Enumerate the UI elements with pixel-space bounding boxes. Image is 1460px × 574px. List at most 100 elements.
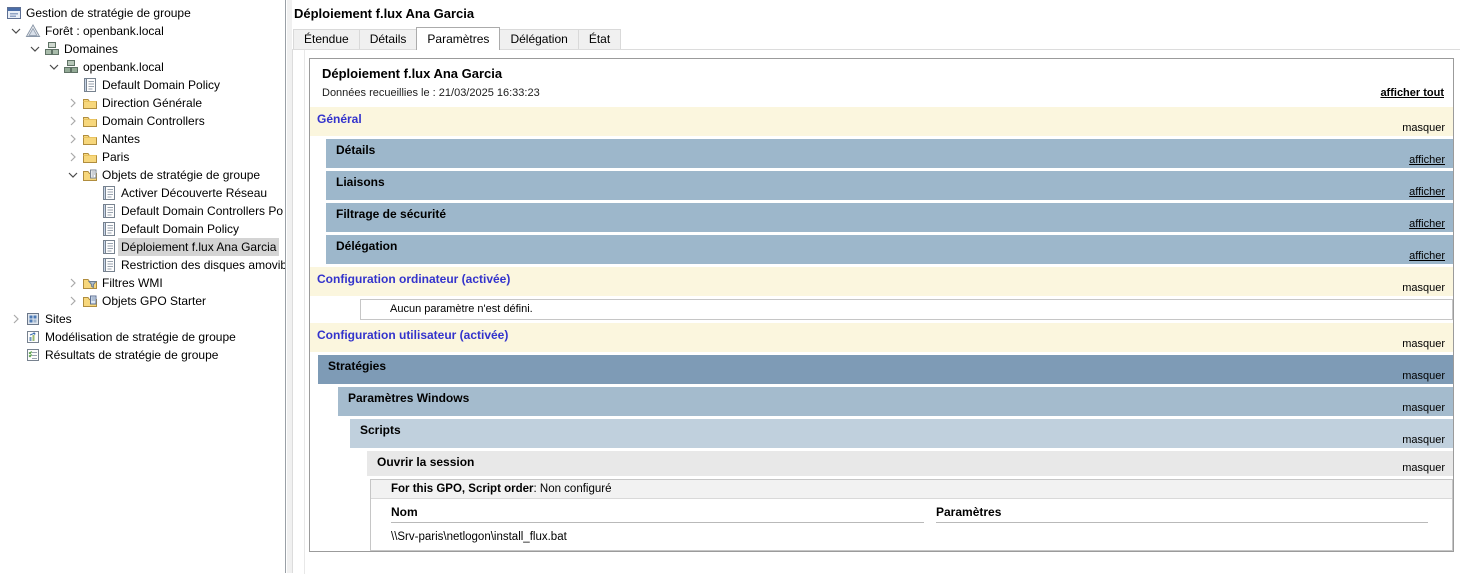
tree-item-label: Default Domain Controllers Po: [118, 202, 286, 220]
tree-item[interactable]: openbank.local: [0, 58, 285, 76]
chevron-right-icon[interactable]: [65, 113, 81, 129]
tree-item[interactable]: Direction Générale: [0, 94, 285, 112]
script-order-key: For this GPO, Script order: [391, 483, 534, 495]
report-subsection-bar: Scriptsmasquer: [350, 419, 1453, 448]
report-title: Déploiement f.lux Ana Garcia: [322, 66, 502, 81]
report-subsection-bar: Délégation afficher: [326, 235, 1453, 264]
domain-icon: [63, 59, 79, 75]
tree-item[interactable]: Default Domain Policy: [0, 76, 285, 94]
tree-item[interactable]: Domaines: [0, 40, 285, 58]
tree-item[interactable]: Forêt : openbank.local: [0, 22, 285, 40]
tree-item-label: Domaines: [61, 40, 121, 58]
tab-parametres[interactable]: Paramètres: [416, 27, 500, 50]
tree-item[interactable]: Domain Controllers: [0, 112, 285, 130]
chevron-right-icon[interactable]: [65, 131, 81, 147]
report-section-header: Configuration utilisateur (activée)masqu…: [310, 323, 1453, 352]
gpo-icon: [101, 257, 117, 273]
chevron-down-icon[interactable]: [8, 23, 24, 39]
tree-item-label: Gestion de stratégie de groupe: [23, 4, 194, 22]
no-settings-note: Aucun paramètre n'est défini.: [360, 299, 1453, 320]
pane-title: Déploiement f.lux Ana Garcia: [294, 6, 474, 21]
expand-link[interactable]: afficher: [1409, 186, 1445, 198]
chevron-down-icon[interactable]: [46, 59, 62, 75]
script-order-row: For this GPO, Script order: Non configur…: [371, 480, 1452, 499]
tree-item[interactable]: Filtres WMI: [0, 274, 285, 292]
collapse-link[interactable]: masquer: [1402, 462, 1445, 474]
gpo-icon: [101, 239, 117, 255]
tree-item-label: openbank.local: [80, 58, 167, 76]
ou-icon: [82, 131, 98, 147]
report-subsection-bar: Ouvrir la sessionmasquer: [367, 451, 1453, 476]
collapse-link[interactable]: masquer: [1402, 282, 1445, 294]
tree-item[interactable]: Restriction des disques amovib: [0, 256, 285, 274]
subsection-title: Liaisons: [336, 175, 385, 189]
report-header: Déploiement f.lux Ana Garcia Données rec…: [310, 59, 1453, 107]
report-subsection-bar: Liaisons afficher: [326, 171, 1453, 200]
collapse-link[interactable]: masquer: [1402, 122, 1445, 134]
collapse-link[interactable]: masquer: [1402, 402, 1445, 414]
chevron-right-icon[interactable]: [65, 95, 81, 111]
gpo-icon: [101, 203, 117, 219]
scripts-table-header: Paramètres: [936, 499, 1428, 523]
gpmc-console-icon: [6, 5, 22, 21]
section-title: Configuration ordinateur (activée): [317, 272, 510, 286]
chevron-right-icon[interactable]: [65, 293, 81, 309]
tree-item[interactable]: Paris: [0, 148, 285, 166]
gpo-settings-report: Déploiement f.lux Ana Garcia Données rec…: [309, 58, 1454, 552]
tree-item[interactable]: Déploiement f.lux Ana Garcia: [0, 238, 285, 256]
tab-delegation[interactable]: Délégation: [499, 29, 578, 49]
subsection-title: Détails: [336, 143, 375, 157]
tree-item[interactable]: Default Domain Controllers Po: [0, 202, 285, 220]
chevron-right-icon[interactable]: [65, 275, 81, 291]
report-subsection-bar: Détails afficher: [326, 139, 1453, 168]
report-subsection-bar: Paramètres Windows masquer: [338, 387, 1453, 416]
tree-item-label: Déploiement f.lux Ana Garcia: [118, 238, 279, 256]
starter-gpo-folder-icon: [82, 293, 98, 309]
tree-item[interactable]: Sites: [0, 310, 285, 328]
tree-item[interactable]: Nantes: [0, 130, 285, 148]
tab-etat[interactable]: État: [578, 29, 621, 49]
tab-etendue[interactable]: Étendue: [293, 29, 360, 49]
tree-item[interactable]: Objets de stratégie de groupe: [0, 166, 285, 184]
chevron-right-icon[interactable]: [65, 149, 81, 165]
gpo-icon: [101, 185, 117, 201]
tree-item-label: Filtres WMI: [99, 274, 166, 292]
subsection-title: Délégation: [336, 239, 397, 253]
tree-item[interactable]: Résultats de stratégie de groupe: [0, 346, 285, 364]
report-section-header: Général masquer: [310, 107, 1453, 136]
report-viewport-edge: [304, 50, 305, 574]
sites-icon: [25, 311, 41, 327]
ou-icon: [82, 95, 98, 111]
gpo-folder-icon: [82, 167, 98, 183]
tree-item[interactable]: Default Domain Policy: [0, 220, 285, 238]
tree-item[interactable]: Gestion de stratégie de groupe: [0, 4, 285, 22]
tree-item-label: Domain Controllers: [99, 112, 208, 130]
chevron-down-icon[interactable]: [65, 167, 81, 183]
expand-link[interactable]: afficher: [1409, 154, 1445, 166]
table-cell: [936, 523, 1428, 550]
tree-item[interactable]: Objets GPO Starter: [0, 292, 285, 310]
section-title: Général: [317, 112, 362, 126]
chevron-down-icon[interactable]: [27, 41, 43, 57]
tree-item-label: Résultats de stratégie de groupe: [42, 346, 221, 364]
collapse-link[interactable]: masquer: [1402, 370, 1445, 382]
ou-icon: [82, 149, 98, 165]
expand-link[interactable]: afficher: [1409, 250, 1445, 262]
collapse-link[interactable]: masquer: [1402, 338, 1445, 350]
logon-script-details: For this GPO, Script order: Non configur…: [370, 479, 1453, 551]
chevron-right-icon[interactable]: [8, 311, 24, 327]
tree-item[interactable]: Modélisation de stratégie de groupe: [0, 328, 285, 346]
tree-item-label: Forêt : openbank.local: [42, 22, 167, 40]
console-tree-pane: Gestion de stratégie de groupeForêt : op…: [0, 0, 286, 573]
subsection-title: Paramètres Windows: [348, 391, 469, 405]
show-all-link[interactable]: afficher tout: [1380, 87, 1444, 99]
tree-item-label: Objets de stratégie de groupe: [99, 166, 263, 184]
tab-details[interactable]: Détails: [359, 29, 418, 49]
collapse-link[interactable]: masquer: [1402, 434, 1445, 446]
tree-item-label: Direction Générale: [99, 94, 205, 112]
report-subsection-bar: Filtrage de sécuritéafficher: [326, 203, 1453, 232]
expand-link[interactable]: afficher: [1409, 218, 1445, 230]
scripts-table: NomParamètres\\Srv-paris\netlogon\instal…: [379, 499, 1440, 550]
scripts-table-header: Nom: [391, 499, 924, 523]
tree-item[interactable]: Activer Découverte Réseau: [0, 184, 285, 202]
